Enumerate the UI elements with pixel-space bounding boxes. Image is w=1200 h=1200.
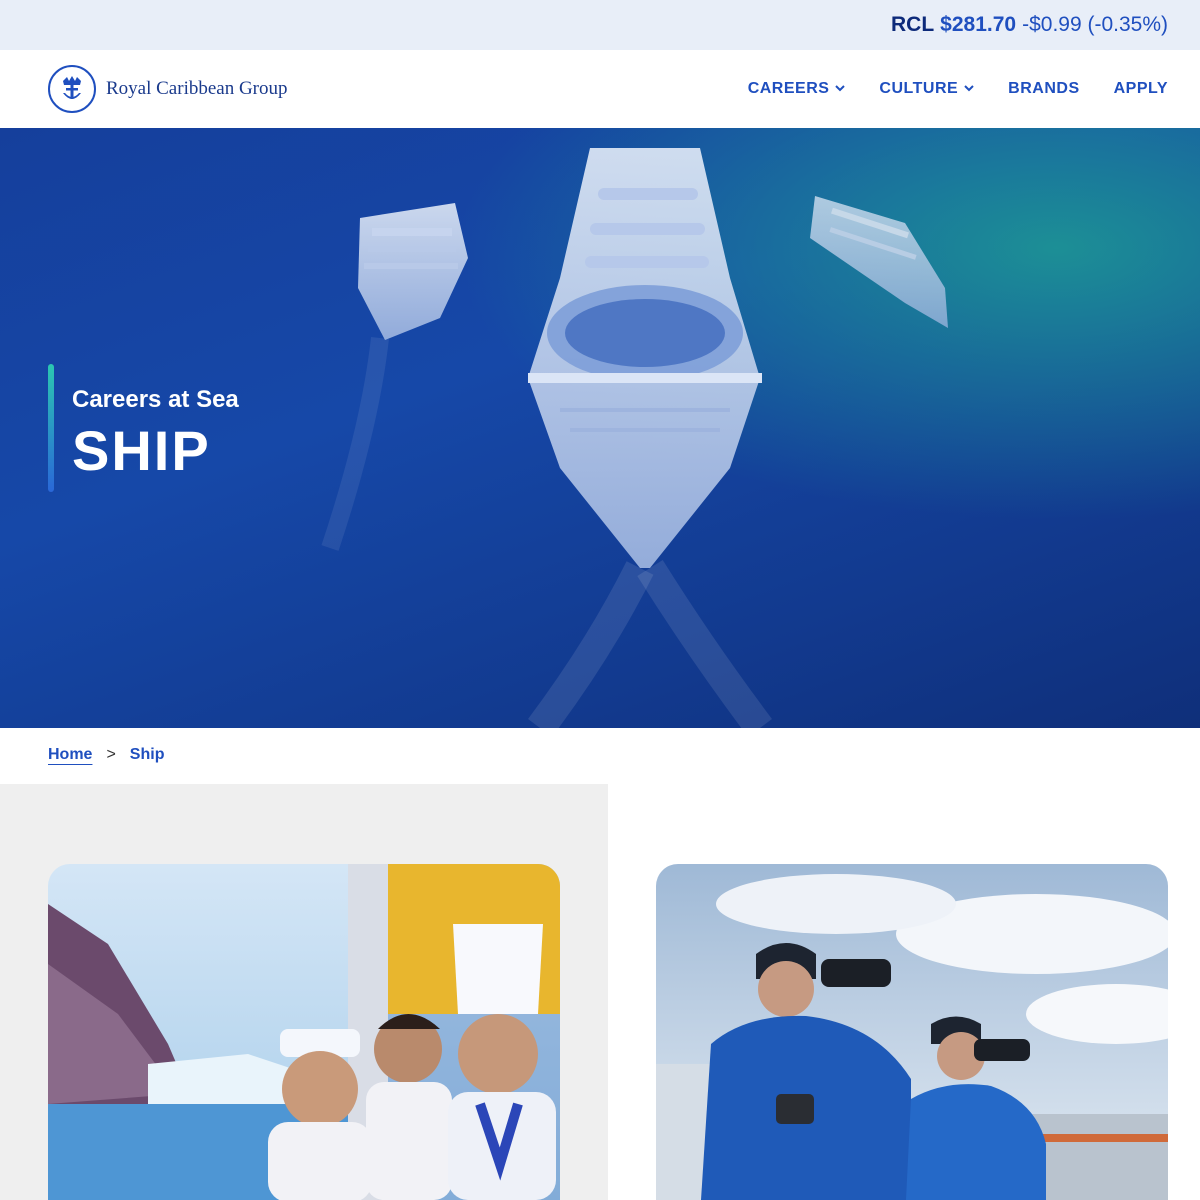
chevron-down-icon xyxy=(835,83,846,95)
stock-ticker-bar: RCL $281.70 -$0.99 (-0.35%) xyxy=(0,0,1200,50)
hero-banner: Careers at Sea SHIP xyxy=(0,128,1200,728)
nav-careers[interactable]: CAREERS xyxy=(748,80,846,98)
nav-culture-label: CULTURE xyxy=(879,80,959,97)
hero-title: SHIP xyxy=(72,419,211,482)
breadcrumb-current: Ship xyxy=(129,746,165,763)
breadcrumb-home-link[interactable]: Home xyxy=(48,746,92,764)
nav-apply[interactable]: APPLY xyxy=(1114,80,1168,98)
crew-binoculars-image[interactable] xyxy=(656,864,1168,1200)
main-nav: CAREERS CULTURE BRANDS APPLY xyxy=(748,80,1168,98)
crown-anchor-logo-icon xyxy=(48,65,96,113)
hero-heading-block: Careers at Sea SHIP xyxy=(48,364,239,492)
site-header: Royal Caribbean Group CAREERS CULTURE BR… xyxy=(0,50,1200,128)
nav-apply-label: APPLY xyxy=(1113,80,1168,97)
breadcrumb-separator: > xyxy=(106,746,116,763)
hero-accent-bar xyxy=(48,364,54,492)
site-logo[interactable]: Royal Caribbean Group xyxy=(48,65,288,113)
stock-change: -$0.99 (-0.35%) xyxy=(1022,13,1168,36)
breadcrumb: Home > Ship xyxy=(48,746,164,764)
stock-price: $281.70 xyxy=(940,13,1017,36)
hero-subtitle: Careers at Sea xyxy=(72,386,239,413)
logo-text: Royal Caribbean Group xyxy=(106,78,288,99)
nav-brands-label: BRANDS xyxy=(1008,80,1080,97)
nav-brands[interactable]: BRANDS xyxy=(1008,80,1079,98)
crew-chefs-image[interactable] xyxy=(48,864,560,1200)
nav-careers-label: CAREERS xyxy=(747,80,830,97)
nav-culture[interactable]: CULTURE xyxy=(879,80,974,98)
chevron-down-icon xyxy=(964,83,974,95)
stock-symbol: RCL xyxy=(891,13,935,36)
